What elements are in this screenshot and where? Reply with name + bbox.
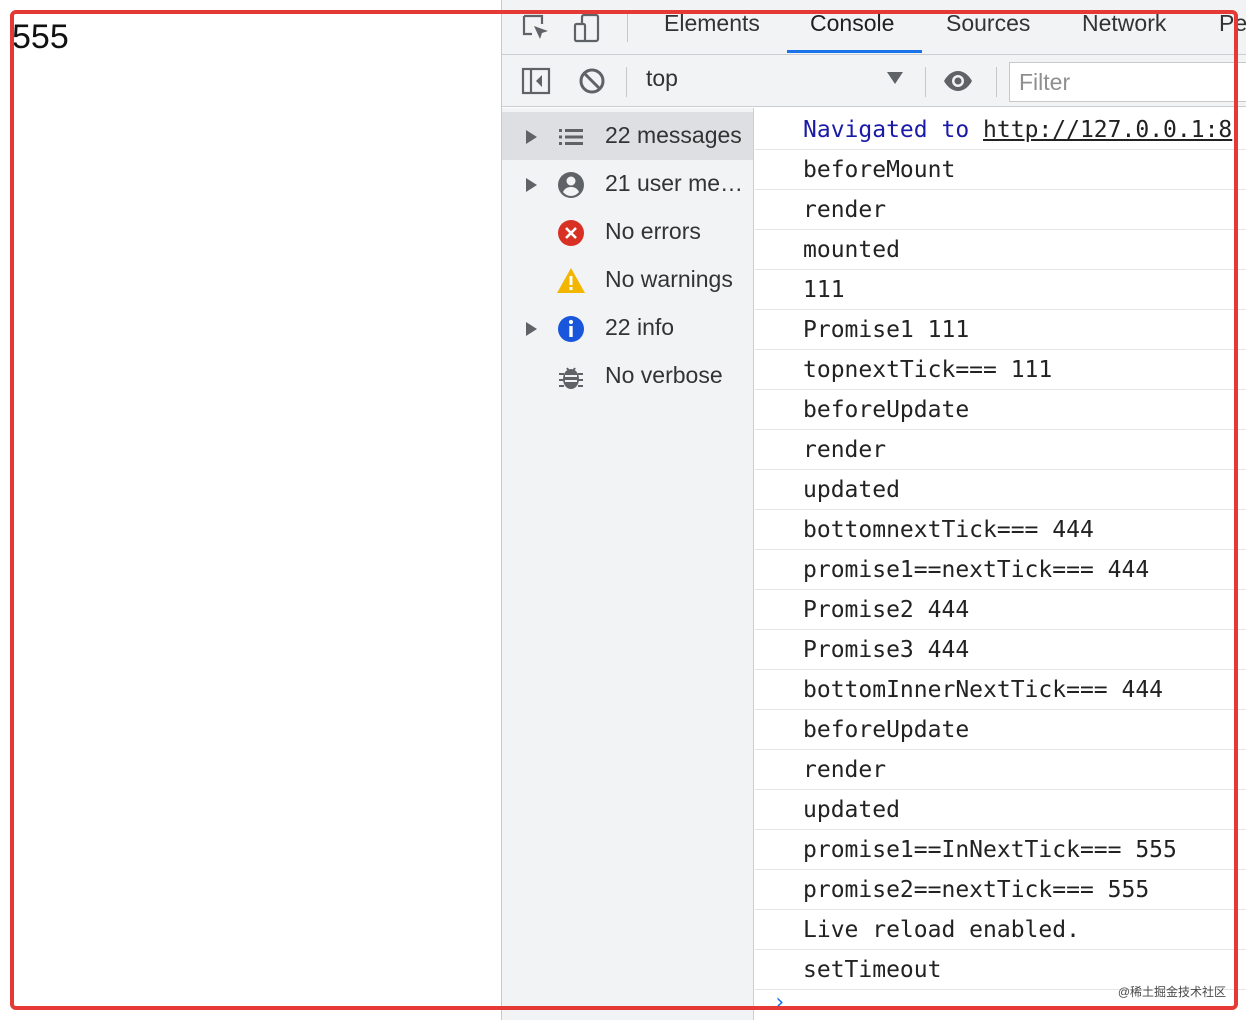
inspect-element-icon[interactable] [520, 12, 552, 44]
console-message-text: promise2==nextTick=== 555 [803, 877, 1150, 903]
console-message-text: mounted [803, 237, 900, 263]
tab-sources[interactable]: Sources [946, 10, 1030, 37]
tab-network[interactable]: Network [1082, 10, 1166, 37]
console-message-row: updated [755, 790, 1246, 830]
console-message-row: Promise2 444 [755, 590, 1246, 630]
console-message-text: Live reload enabled. [803, 917, 1080, 943]
console-message-row: render [755, 750, 1246, 790]
expand-arrow-icon[interactable] [526, 130, 537, 144]
console-message-text: Promise1 111 [803, 317, 970, 343]
console-message-text: topnextTick=== 111 [803, 357, 1053, 383]
clear-console-icon[interactable] [576, 65, 608, 97]
console-message-row: beforeUpdate [755, 390, 1246, 430]
sidebar-item-errors[interactable]: No errors [502, 208, 753, 256]
console-message-text: updated [803, 797, 900, 823]
sidebar-item-warnings[interactable]: No warnings [502, 256, 753, 304]
tab-console[interactable]: Console [810, 10, 894, 37]
sidebar-item-info[interactable]: 22 info [502, 304, 753, 352]
error-icon [558, 220, 584, 246]
console-message-text: render [803, 437, 887, 463]
tab-performance[interactable]: Pe [1219, 10, 1246, 37]
console-message-row: promise2==nextTick=== 555 [755, 870, 1246, 910]
sidebar-item-messages[interactable]: 22 messages [502, 112, 753, 160]
console-toolbar: top [502, 55, 1246, 107]
console-message-row: bottomInnerNextTick=== 444 [755, 670, 1246, 710]
filter-input[interactable] [1009, 62, 1246, 102]
console-message-text: updated [803, 477, 900, 503]
console-message-text: setTimeout [803, 957, 942, 983]
console-message-row: topnextTick=== 111 [755, 350, 1246, 390]
console-message-text: render [803, 197, 887, 223]
console-message-row: render [755, 190, 1246, 230]
console-message-row: promise1==nextTick=== 444 [755, 550, 1246, 590]
list-icon [559, 129, 583, 145]
console-message-row: 111 [755, 270, 1246, 310]
devtools-tabbar: Elements Console Sources Network Pe [502, 0, 1246, 55]
live-expression-eye-icon[interactable] [942, 65, 974, 97]
console-message-row: mounted [755, 230, 1246, 270]
console-message-row: Promise1 111 [755, 310, 1246, 350]
console-message-row: promise1==InNextTick=== 555 [755, 830, 1246, 870]
watermark: @稀土掘金技术社区 [1117, 985, 1226, 999]
sidebar-item-label: 22 info [605, 314, 675, 340]
console-message-row: updated [755, 470, 1246, 510]
sidebar-item-label: No errors [605, 218, 701, 244]
info-icon [558, 316, 584, 342]
console-message-text: bottomnextTick=== 444 [803, 517, 1094, 543]
page-body-text: 555 [12, 18, 69, 56]
active-tab-indicator [787, 50, 922, 53]
sidebar-item-user-messages[interactable]: 21 user me… [502, 160, 753, 208]
toolbar-separator [925, 67, 926, 97]
console-message-row: render [755, 430, 1246, 470]
console-messages: Navigated to http://127.0.0.1:8 beforeMo… [755, 108, 1246, 1020]
chevron-down-icon[interactable] [887, 72, 903, 84]
user-icon [558, 172, 584, 198]
console-message-text: bottomInnerNextTick=== 444 [803, 677, 1164, 703]
navigated-text: Navigated to [803, 117, 970, 143]
console-message-text: promise1==nextTick=== 444 [803, 557, 1150, 583]
sidebar-item-verbose[interactable]: No verbose [502, 352, 753, 400]
console-message-text: Promise2 444 [803, 597, 970, 623]
console-message-text: beforeUpdate [803, 397, 970, 423]
toolbar-separator [626, 67, 627, 97]
sidebar-item-label: No warnings [605, 266, 733, 292]
expand-arrow-icon[interactable] [526, 178, 537, 192]
console-message-text: beforeUpdate [803, 717, 970, 743]
sidebar-item-label: 22 messages [605, 122, 742, 148]
sidebar-item-label: No verbose [605, 362, 723, 388]
console-message-row: beforeMount [755, 150, 1246, 190]
device-toolbar-icon[interactable] [572, 12, 604, 44]
console-message-text: 111 [803, 277, 845, 303]
navigated-url-link[interactable]: http://127.0.0.1:8 [983, 117, 1232, 143]
console-message-row: Promise3 444 [755, 630, 1246, 670]
console-navigation-message: Navigated to http://127.0.0.1:8 [755, 110, 1246, 150]
console-message-row: bottomnextTick=== 444 [755, 510, 1246, 550]
console-message-text: Promise3 444 [803, 637, 970, 663]
tab-elements[interactable]: Elements [664, 10, 760, 37]
bug-icon [559, 367, 583, 389]
console-sidebar: 22 messages 21 user me… No errors No war… [502, 108, 754, 1020]
sidebar-item-label: 21 user me… [605, 170, 744, 196]
console-message-text: beforeMount [803, 157, 956, 183]
console-message-row: beforeUpdate [755, 710, 1246, 750]
toolbar-separator [996, 67, 997, 97]
warning-icon [557, 268, 585, 293]
expand-arrow-icon[interactable] [526, 322, 537, 336]
show-sidebar-icon[interactable] [520, 65, 552, 97]
page-viewport: 555 [0, 0, 501, 1020]
console-prompt[interactable]: › [773, 990, 786, 1015]
console-message-row: Live reload enabled. [755, 910, 1246, 950]
console-message-text: promise1==InNextTick=== 555 [803, 837, 1177, 863]
context-selector[interactable]: top [646, 65, 678, 92]
console-message-text: render [803, 757, 887, 783]
devtools-panel: Elements Console Sources Network Pe top [501, 0, 1246, 1020]
tab-separator [627, 14, 628, 42]
